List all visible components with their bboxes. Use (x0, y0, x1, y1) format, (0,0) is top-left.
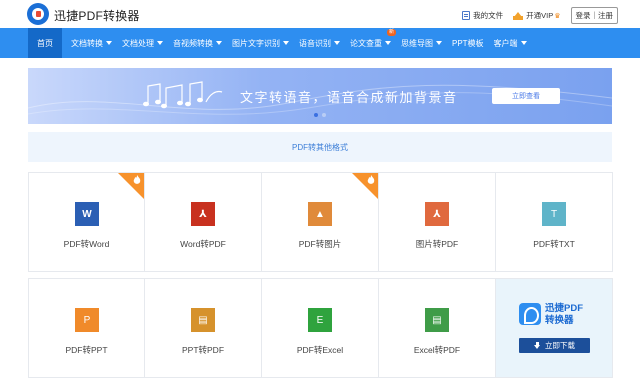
nav-item-doc-convert[interactable]: 文档转换 (66, 28, 117, 58)
login-register-button[interactable]: 登录｜注册 (570, 7, 618, 24)
tool-grid: W PDF转Word ⅄ Word转PDF ▲ PDF转图片 ⅄ 图片转PDF … (28, 172, 613, 378)
chevron-down-icon (283, 41, 289, 45)
nav-item-home[interactable]: 首页 (28, 28, 62, 58)
nav-item-ppt-template[interactable]: PPT模板 (447, 28, 489, 58)
nav-item-plagiarism[interactable]: 论文查重新 (345, 28, 396, 58)
nav-item-speech[interactable]: 语音识别 (294, 28, 345, 58)
header-actions: 我的文件 开通VIP ♛ 登录｜注册 (462, 7, 618, 24)
my-files-link[interactable]: 我的文件 (462, 10, 503, 21)
tool-label: Excel转PDF (413, 345, 461, 355)
nav-item-doc-process[interactable]: 文档处理 (117, 28, 168, 58)
tool-label: PDF转图片 (298, 239, 342, 249)
promo-title-line2: 转换器 (545, 315, 574, 326)
chevron-down-icon (216, 41, 222, 45)
tool-card-pdf-to-word[interactable]: W PDF转Word (28, 172, 145, 272)
chevron-down-icon (106, 41, 112, 45)
banner-view-button[interactable]: 立即查看 (492, 88, 560, 104)
chevron-down-icon (436, 41, 442, 45)
nav-label: 语音识别 (299, 38, 331, 48)
tool-label: Word转PDF (180, 239, 226, 249)
carousel-dot[interactable] (322, 113, 326, 117)
txt-icon: T (542, 202, 566, 226)
promo-title: 迅捷PDF 转换器 (545, 303, 583, 327)
flame-icon (367, 175, 375, 184)
brand-title[interactable]: 迅捷PDF转换器 (54, 7, 140, 24)
nav-label: 首页 (37, 38, 53, 48)
tool-card-excel-to-pdf[interactable]: ▤ Excel转PDF (378, 278, 496, 378)
nav-label: 图片文字识别 (232, 38, 280, 48)
open-vip-link[interactable]: 开通VIP ♛ (513, 10, 561, 21)
nav-item-av-convert[interactable]: 音视频转换 (168, 28, 227, 58)
download-label: 立即下载 (545, 341, 575, 350)
nav-label: 论文查重 (350, 38, 382, 48)
nav-label: 文档转换 (71, 38, 103, 48)
banner-headline: 文字转语音，语音合成新加背景音 (240, 90, 458, 105)
crown-icon (513, 11, 524, 20)
music-notes-icon (143, 81, 223, 109)
flame-icon (133, 175, 141, 184)
chevron-down-icon (334, 41, 340, 45)
tool-card-word-to-pdf[interactable]: ⅄ Word转PDF (144, 172, 262, 272)
tool-card-image-to-pdf[interactable]: ⅄ 图片转PDF (378, 172, 496, 272)
chevron-down-icon (385, 41, 391, 45)
image-icon: ▲ (308, 202, 332, 226)
section-header: PDF转其他格式 (28, 132, 612, 162)
nav-label: 思维导图 (401, 38, 433, 48)
nav-item-ocr[interactable]: 图片文字识别 (227, 28, 294, 58)
my-files-label: 我的文件 (473, 11, 504, 20)
tool-label: PDF转Word (63, 239, 110, 249)
nav-label: 文档处理 (122, 38, 154, 48)
top-header: 迅捷PDF转换器 我的文件 开通VIP ♛ 登录｜注册 (0, 0, 640, 28)
carousel-dots (314, 113, 326, 117)
tool-card-pdf-to-excel[interactable]: E PDF转Excel (261, 278, 379, 378)
tool-card-pdf-to-txt[interactable]: T PDF转TXT (495, 172, 613, 272)
pdf-icon: ⅄ (425, 202, 449, 226)
tool-label: PDF转TXT (533, 239, 575, 249)
download-icon (534, 342, 541, 349)
promo-title-line1: 迅捷PDF (545, 303, 584, 314)
word-icon: W (75, 202, 99, 226)
nav-label: 客户端 (493, 38, 518, 48)
download-now-button[interactable]: 立即下载 (519, 338, 590, 353)
chevron-down-icon (520, 41, 527, 45)
tool-card-pdf-to-ppt[interactable]: P PDF转PPT (28, 278, 145, 378)
nav-label: PPT模板 (452, 38, 484, 48)
ppt-file-icon: ▤ (191, 308, 215, 332)
ppt-icon: P (75, 308, 99, 332)
app-logo-icon[interactable] (27, 3, 49, 25)
pdf-icon: ⅄ (191, 202, 215, 226)
document-icon (462, 11, 471, 20)
tool-card-ppt-to-pdf[interactable]: ▤ PPT转PDF (144, 278, 262, 378)
nav-item-mindmap[interactable]: 思维导图 (396, 28, 447, 58)
nav-item-client[interactable]: 客户端 (489, 28, 532, 58)
carousel-dot[interactable] (314, 113, 318, 117)
download-promo-card: 迅捷PDF 转换器 立即下载 (495, 278, 613, 378)
tool-card-pdf-to-image[interactable]: ▲ PDF转图片 (261, 172, 379, 272)
open-vip-label: 开通VIP (526, 11, 554, 20)
vip-badge-icon: ♛ (554, 12, 561, 20)
excel-icon: E (308, 308, 332, 332)
tool-label: PDF转Excel (296, 345, 344, 355)
main-nav: 首页 文档转换 文档处理 音视频转换 图片文字识别 语音识别 论文查重新 思维导… (0, 28, 640, 58)
excel-file-icon: ▤ (425, 308, 449, 332)
chevron-down-icon (157, 41, 163, 45)
nav-label: 音视频转换 (173, 38, 213, 48)
section-title: PDF转其他格式 (292, 142, 348, 152)
app-logo-icon (519, 303, 541, 325)
tool-label: PDF转PPT (65, 345, 108, 355)
new-badge: 新 (386, 29, 396, 36)
tool-label: 图片转PDF (415, 239, 459, 249)
tool-label: PPT转PDF (181, 345, 225, 355)
